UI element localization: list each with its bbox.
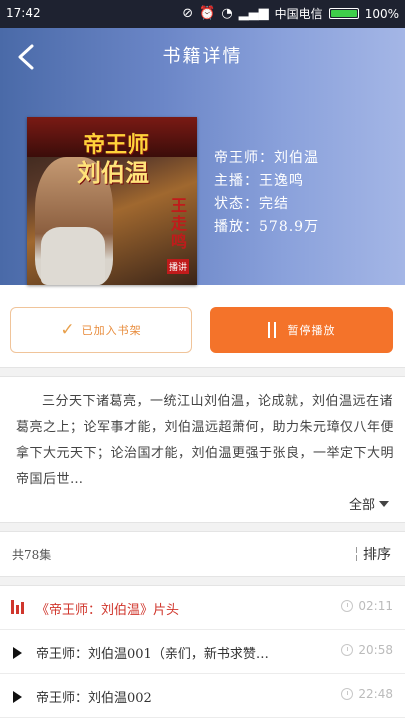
book-header: 书籍详情 帝王师 刘伯温 王走鸣 播讲 帝王师：刘伯温 主播：王逸鸣 状态：完结… <box>0 28 405 285</box>
battery-percent: 100% <box>364 6 399 21</box>
alarm-icon: ⏰ <box>199 5 216 21</box>
book-narrator: 主播：王逸鸣 <box>214 173 304 189</box>
expand-description-button[interactable]: 全部 <box>349 494 389 513</box>
signal-icon: ▂▄▆ <box>238 5 269 21</box>
caret-down-icon <box>379 500 389 507</box>
section-divider <box>0 576 405 586</box>
added-to-shelf-button[interactable]: ✓ 已加入书架 <box>10 307 192 353</box>
book-plays: 播放：578.9万 <box>214 219 320 235</box>
pause-icon <box>267 322 276 338</box>
episode-duration: 20:58 <box>341 643 393 657</box>
section-divider <box>0 522 405 532</box>
episode-duration: 02:11 <box>341 599 393 613</box>
checkmark-icon: ✓ <box>60 320 76 340</box>
episode-duration: 22:48 <box>341 687 393 701</box>
clock-icon <box>341 644 354 656</box>
battery-level-fill <box>330 10 357 17</box>
status-time: 17:42 <box>6 6 41 20</box>
duration-text: 22:48 <box>358 687 393 701</box>
duration-text: 02:11 <box>358 599 393 613</box>
play-icon <box>13 647 22 659</box>
sort-icon <box>356 547 357 561</box>
book-cover: 帝王师 刘伯温 王走鸣 播讲 <box>27 117 197 285</box>
episode-row[interactable]: 帝王师：刘伯温001（亲们，新书求赞… 20:58 <box>0 630 405 674</box>
pause-button-label: 暂停播放 <box>287 324 336 337</box>
expand-label: 全部 <box>348 498 375 513</box>
carrier-name: 中国电信 <box>274 7 323 21</box>
sort-label: 排序 <box>363 547 391 563</box>
episode-title: 帝王师：刘伯温001（亲们，新书求赞… <box>36 647 269 662</box>
shelf-button-label: 已加入书架 <box>81 324 142 337</box>
now-playing-icon <box>11 600 24 614</box>
pause-playback-button[interactable]: 暂停播放 <box>210 307 393 353</box>
book-name: 帝王师：刘伯温 <box>214 150 319 166</box>
sort-button[interactable]: 排序 <box>356 544 391 564</box>
status-icons: ⊘ ⏰ ◔ ▂▄▆ 中国电信 100% <box>182 5 399 22</box>
section-divider <box>0 367 405 377</box>
wifi-icon: ◔ <box>221 5 233 21</box>
episode-row[interactable]: 帝王师：刘伯温002 22:48 <box>0 674 405 718</box>
clock-icon <box>341 688 354 700</box>
cover-title-line2: 刘伯温 <box>77 158 149 187</box>
episode-row[interactable]: 《帝王师：刘伯温》片头 02:11 <box>0 586 405 630</box>
episode-title: 《帝王师：刘伯温》片头 <box>36 603 180 618</box>
episode-count: 共78集 <box>12 548 52 562</box>
page-title: 书籍详情 <box>162 46 243 67</box>
book-status: 状态：完结 <box>214 196 289 212</box>
book-info: 帝王师：刘伯温 主播：王逸鸣 状态：完结 播放：578.9万 <box>214 147 319 239</box>
cover-badge: 播讲 <box>166 259 189 274</box>
cover-beard-art <box>41 227 105 285</box>
do-not-disturb-icon: ⊘ <box>182 5 194 21</box>
episode-list-header: 共78集 排序 <box>0 532 405 576</box>
status-bar: 17:42 ⊘ ⏰ ◔ ▂▄▆ 中国电信 100% <box>0 0 405 28</box>
episode-title: 帝王师：刘伯温002 <box>36 691 152 706</box>
duration-text: 20:58 <box>358 643 393 657</box>
battery-icon <box>328 8 359 19</box>
play-icon <box>13 691 22 703</box>
cover-narrator-mark: 王走鸣 <box>170 196 187 251</box>
book-description: 三分天下诸葛亮，一统江山刘伯温，论成就，刘伯温远在诸葛亮之上；论军事才能，刘伯温… <box>16 394 395 487</box>
clock-icon <box>341 600 354 612</box>
